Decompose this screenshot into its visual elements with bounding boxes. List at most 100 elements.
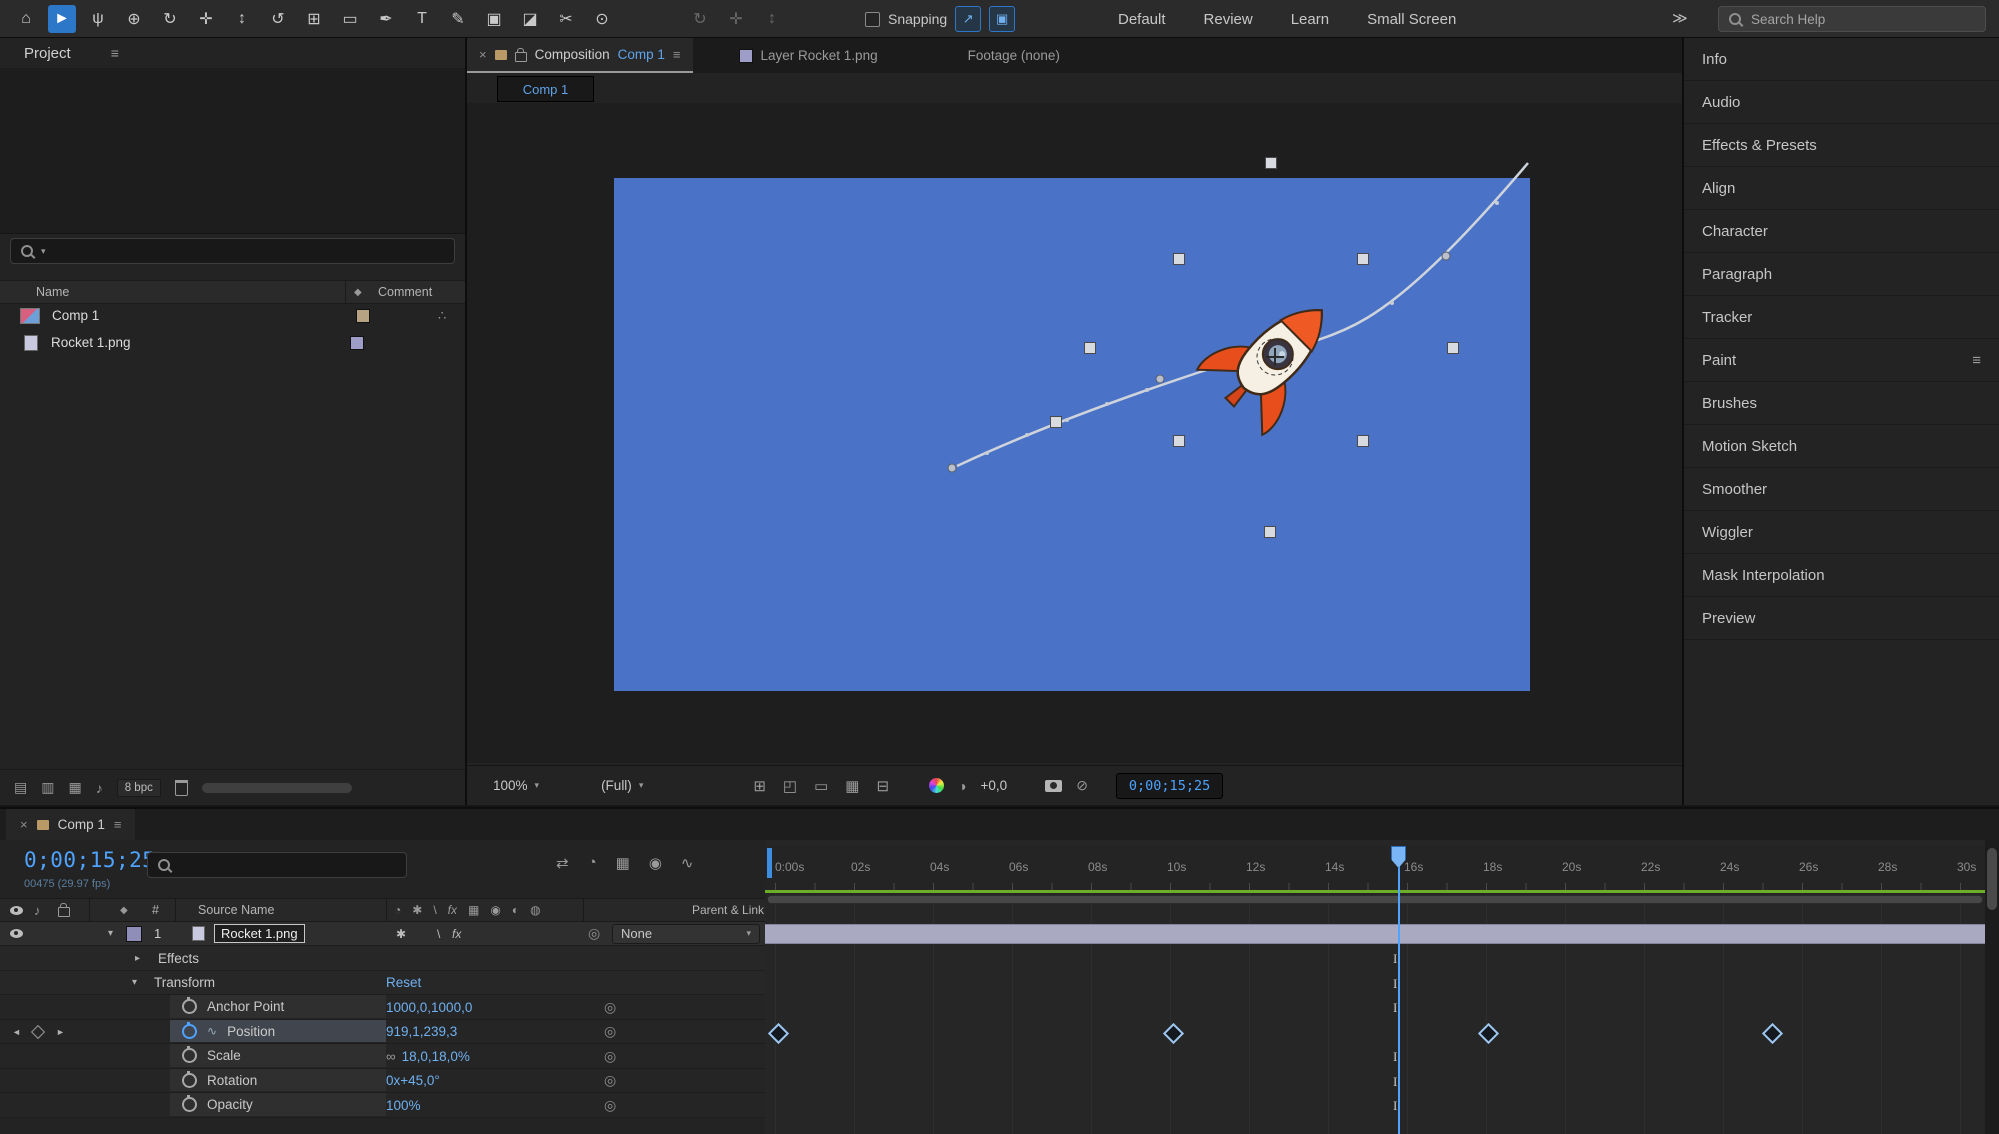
color-management-icon[interactable] bbox=[929, 778, 944, 793]
puppet-pin-tool[interactable]: ⊙ bbox=[588, 5, 616, 33]
pickwhip-icon[interactable]: ◎ bbox=[604, 1048, 616, 1065]
pickwhip-icon[interactable]: ◎ bbox=[604, 1072, 616, 1089]
stopwatch-icon[interactable] bbox=[182, 999, 197, 1014]
stopwatch-icon[interactable] bbox=[182, 1073, 197, 1088]
mini-flowchart-icon[interactable]: ⇄ bbox=[556, 854, 569, 872]
label-color-swatch[interactable] bbox=[350, 336, 364, 350]
collapse-switch-icon[interactable]: ✱ bbox=[396, 927, 406, 941]
comp-subtab[interactable]: Comp 1 bbox=[497, 76, 594, 102]
layer-twirl-icon[interactable]: ▾ bbox=[108, 928, 113, 939]
selection-tool[interactable]: ► bbox=[48, 5, 76, 33]
twirl-icon[interactable]: ▾ bbox=[132, 977, 137, 988]
layer-handle[interactable] bbox=[1448, 343, 1459, 354]
flowchart-icon[interactable]: ∴ bbox=[438, 308, 446, 324]
snap-along-edges-icon[interactable]: ↗ bbox=[955, 6, 981, 32]
mask-visibility-icon[interactable]: ◰ bbox=[783, 777, 797, 795]
bit-depth-button[interactable]: 8 bpc bbox=[117, 779, 161, 797]
tab-layer[interactable]: Layer Rocket 1.png bbox=[727, 38, 890, 73]
layer-handle[interactable] bbox=[1085, 343, 1096, 354]
pickwhip-icon[interactable]: ◎ bbox=[604, 1023, 616, 1040]
graph-editor-icon[interactable]: ∿ bbox=[681, 854, 694, 872]
snapping-checkbox[interactable] bbox=[865, 12, 880, 27]
workspace-tab[interactable]: Small Screen bbox=[1367, 11, 1456, 28]
property-row-scale[interactable]: Scale ∞ 18,0,18,0% ◎ bbox=[0, 1044, 765, 1069]
snapshot-camera-icon[interactable] bbox=[1045, 780, 1062, 792]
motion-blur-icon[interactable]: ◉ bbox=[649, 854, 662, 872]
workspace-tab[interactable]: Default bbox=[1118, 11, 1166, 28]
grid-options-icon[interactable]: ⊞ bbox=[753, 777, 766, 795]
unified-camera-orbit-tool[interactable]: ↻ bbox=[686, 5, 714, 33]
panel-tab[interactable]: Motion Sketch ≡ bbox=[1684, 425, 1999, 468]
audio-icon[interactable]: ♪ bbox=[96, 780, 103, 796]
layer-row[interactable]: ▾ 1 Rocket 1.png ✱ \ fx ◎ None ▾ bbox=[0, 922, 765, 946]
orbit-camera-tool[interactable]: ↻ bbox=[156, 5, 184, 33]
panel-tab[interactable]: Audio ≡ bbox=[1684, 81, 1999, 124]
panel-tab[interactable]: Info ≡ bbox=[1684, 38, 1999, 81]
workspace-tab[interactable]: Learn bbox=[1291, 11, 1329, 28]
unified-camera-pan-tool[interactable]: ✛ bbox=[722, 5, 750, 33]
lock-icon[interactable] bbox=[515, 52, 527, 62]
horizontal-scrollbar[interactable] bbox=[202, 783, 352, 793]
stopwatch-icon-active[interactable] bbox=[182, 1024, 197, 1039]
panel-menu-icon[interactable]: ≡ bbox=[114, 817, 122, 832]
scrollbar-thumb[interactable] bbox=[1987, 848, 1997, 910]
layer-visibility-eye-icon[interactable] bbox=[10, 929, 23, 938]
workspace-tab[interactable]: Review bbox=[1204, 11, 1253, 28]
new-folder-icon[interactable]: ▥ bbox=[41, 779, 54, 796]
in-point-marker[interactable] bbox=[767, 848, 772, 878]
project-item-footage[interactable]: Rocket 1.png bbox=[0, 329, 465, 356]
prev-keyframe-icon[interactable]: ◄ bbox=[12, 1027, 21, 1037]
stopwatch-icon[interactable] bbox=[182, 1048, 197, 1063]
panel-tab[interactable]: Paragraph ≡ bbox=[1684, 253, 1999, 296]
parent-dropdown[interactable]: None ▾ bbox=[612, 924, 760, 944]
show-snapshot-icon[interactable]: ⊘ bbox=[1076, 777, 1088, 794]
next-keyframe-icon[interactable]: ► bbox=[56, 1027, 65, 1037]
column-comment[interactable]: Comment bbox=[378, 285, 432, 299]
work-area-bar[interactable] bbox=[767, 895, 1983, 904]
quality-switch-icon[interactable]: \ bbox=[437, 927, 440, 941]
workspace-overflow-icon[interactable]: ≫ bbox=[1672, 9, 1688, 27]
view-layout-icon[interactable]: ⊟ bbox=[876, 777, 889, 795]
link-dimensions-icon[interactable]: ∞ bbox=[386, 1049, 396, 1064]
fx-badge[interactable]: fx bbox=[452, 927, 461, 941]
shape-tool[interactable]: ▭ bbox=[336, 5, 364, 33]
source-name-column[interactable]: Source Name bbox=[198, 903, 274, 917]
pan-behind-tool[interactable]: ⊞ bbox=[300, 5, 328, 33]
panel-menu-icon[interactable]: ≡ bbox=[1972, 352, 1981, 369]
panel-tab[interactable]: Align ≡ bbox=[1684, 167, 1999, 210]
magnification-dropdown[interactable]: 100% ▾ bbox=[493, 778, 539, 793]
layer-handle[interactable] bbox=[1174, 254, 1185, 265]
eraser-tool[interactable]: ◪ bbox=[516, 5, 544, 33]
project-panel-menu-icon[interactable]: ≡ bbox=[111, 45, 119, 61]
parent-pickwhip-icon[interactable]: ◎ bbox=[588, 925, 600, 942]
composition-viewer[interactable] bbox=[467, 103, 1682, 763]
shy-layers-icon[interactable]: ◔ bbox=[588, 854, 597, 872]
resolution-dropdown[interactable]: (Full) ▾ bbox=[601, 778, 643, 793]
timeline-tab[interactable]: × Comp 1 ≡ bbox=[6, 809, 135, 840]
trash-icon[interactable] bbox=[175, 780, 188, 796]
hand-tool[interactable]: ψ bbox=[84, 5, 112, 33]
layer-handle[interactable] bbox=[1051, 417, 1062, 428]
velocity-graph-icon[interactable]: ∿ bbox=[207, 1024, 217, 1038]
rotation-tool[interactable]: ↺ bbox=[264, 5, 292, 33]
panel-menu-icon[interactable]: ≡ bbox=[673, 47, 681, 62]
panel-tab[interactable]: Wiggler ≡ bbox=[1684, 511, 1999, 554]
vertical-scrollbar[interactable] bbox=[1985, 840, 1999, 1134]
column-name[interactable]: Name bbox=[36, 285, 69, 299]
tab-composition[interactable]: × Composition Comp 1 ≡ bbox=[467, 38, 693, 73]
interpret-footage-icon[interactable]: ▤ bbox=[14, 779, 27, 796]
new-composition-icon[interactable]: ▦ bbox=[68, 779, 81, 796]
current-timecode[interactable]: 0;00;15;25 bbox=[24, 848, 155, 872]
panel-tab[interactable]: Paint ≡ bbox=[1684, 339, 1999, 382]
property-row-position[interactable]: ◄ ► ∿ Position 919,1,239,3 ◎ bbox=[0, 1020, 765, 1044]
panel-tab[interactable]: Brushes ≡ bbox=[1684, 382, 1999, 425]
current-time-indicator-line[interactable] bbox=[1398, 866, 1400, 1134]
twirl-icon[interactable]: ▸ bbox=[135, 953, 140, 964]
property-row-anchor-point[interactable]: Anchor Point 1000,0,1000,0 ◎ bbox=[0, 995, 765, 1020]
layer-handle[interactable] bbox=[1174, 436, 1185, 447]
type-tool[interactable]: T bbox=[408, 5, 436, 33]
timeline-search-input[interactable] bbox=[178, 857, 396, 874]
chevron-down-icon[interactable]: ▾ bbox=[41, 246, 46, 257]
pen-tool[interactable]: ✒ bbox=[372, 5, 400, 33]
panel-tab[interactable]: Smoother ≡ bbox=[1684, 468, 1999, 511]
